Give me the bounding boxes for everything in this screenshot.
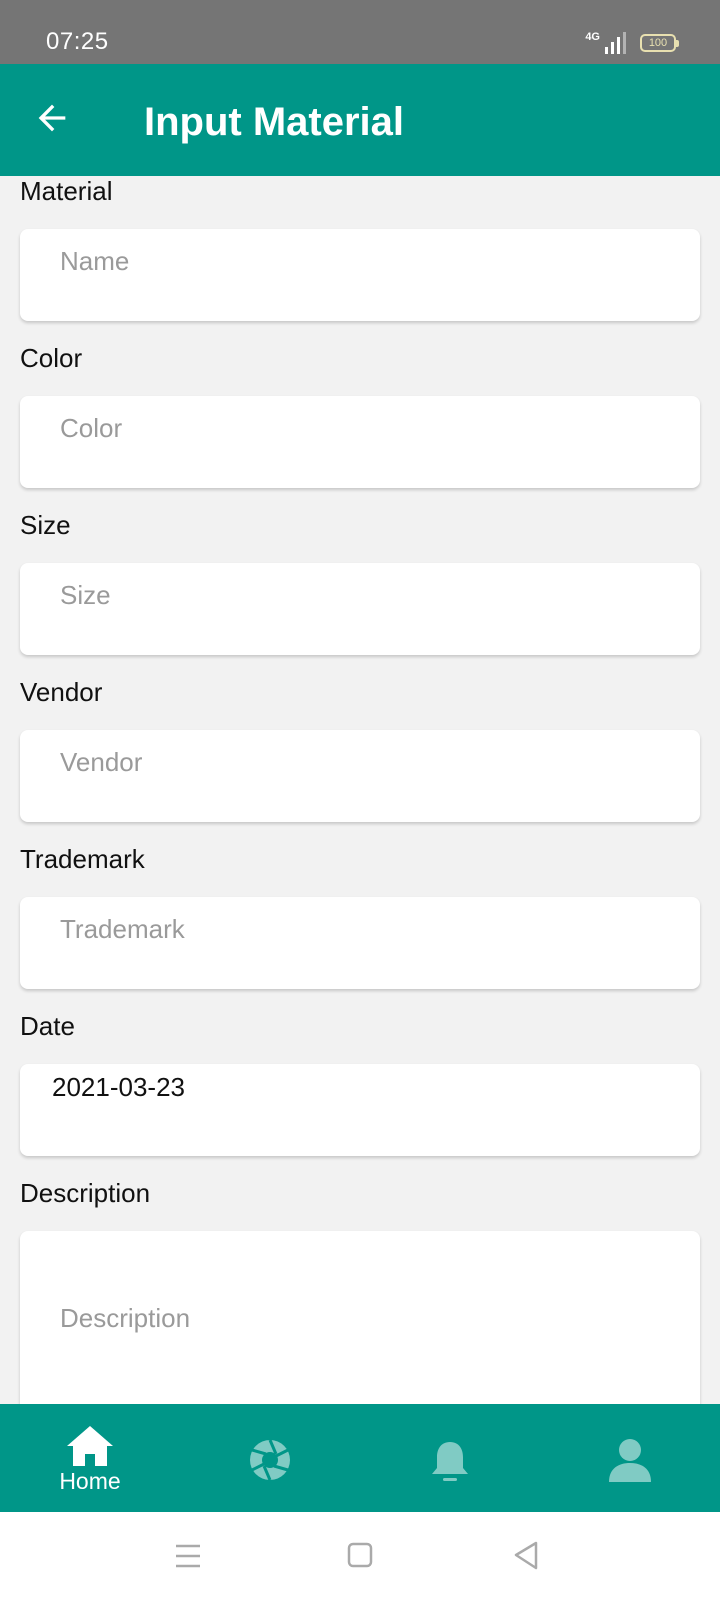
home-icon [67,1426,113,1466]
recent-apps-button[interactable] [168,1538,208,1574]
trademark-input[interactable] [20,897,700,989]
date-value: 2021-03-23 [52,1072,185,1102]
color-label: Color [20,343,83,373]
battery-level: 100 [648,37,668,49]
size-label: Size [20,510,71,540]
arrow-left-icon [38,104,66,132]
back-button[interactable] [32,98,72,138]
aperture-icon [250,1439,290,1481]
material-label: Material [20,176,113,206]
vendor-label: Vendor [20,677,103,707]
description-input[interactable] [20,1231,700,1404]
network-type: 4G [585,31,600,43]
back-triangle-icon [514,1541,538,1570]
home-square-icon [347,1542,373,1568]
status-icons: 4G 100 [585,32,679,54]
nav-notifications[interactable] [360,1404,540,1512]
battery-icon: 100 [640,34,679,52]
material-name-input[interactable] [20,229,700,321]
status-time: 07:25 [46,28,109,55]
vendor-input[interactable] [20,730,700,822]
nav-profile[interactable] [540,1404,720,1512]
nav-home[interactable]: Home [0,1404,180,1512]
material-form: Material Color Size Vendor Trademark Dat… [0,176,720,1404]
date-field[interactable]: 2021-03-23 [20,1064,700,1156]
date-label: Date [20,1011,75,1041]
nav-home-label: Home [59,1468,121,1494]
system-nav-bar [0,1512,720,1600]
app-bar: Input Material [0,64,720,176]
system-home-button[interactable] [340,1538,380,1574]
color-input[interactable] [20,396,700,488]
system-back-button[interactable] [508,1538,548,1574]
bell-icon [432,1442,468,1481]
page-title: Input Material [144,100,405,144]
person-icon [609,1439,651,1482]
trademark-label: Trademark [20,844,145,874]
size-input[interactable] [20,563,700,655]
signal-icon: 4G [585,32,626,54]
nav-camera[interactable] [180,1404,360,1512]
menu-icon [176,1544,200,1568]
description-label: Description [20,1178,151,1208]
bottom-nav: Home [0,1404,720,1512]
status-bar: 07:25 4G 100 [0,0,720,64]
